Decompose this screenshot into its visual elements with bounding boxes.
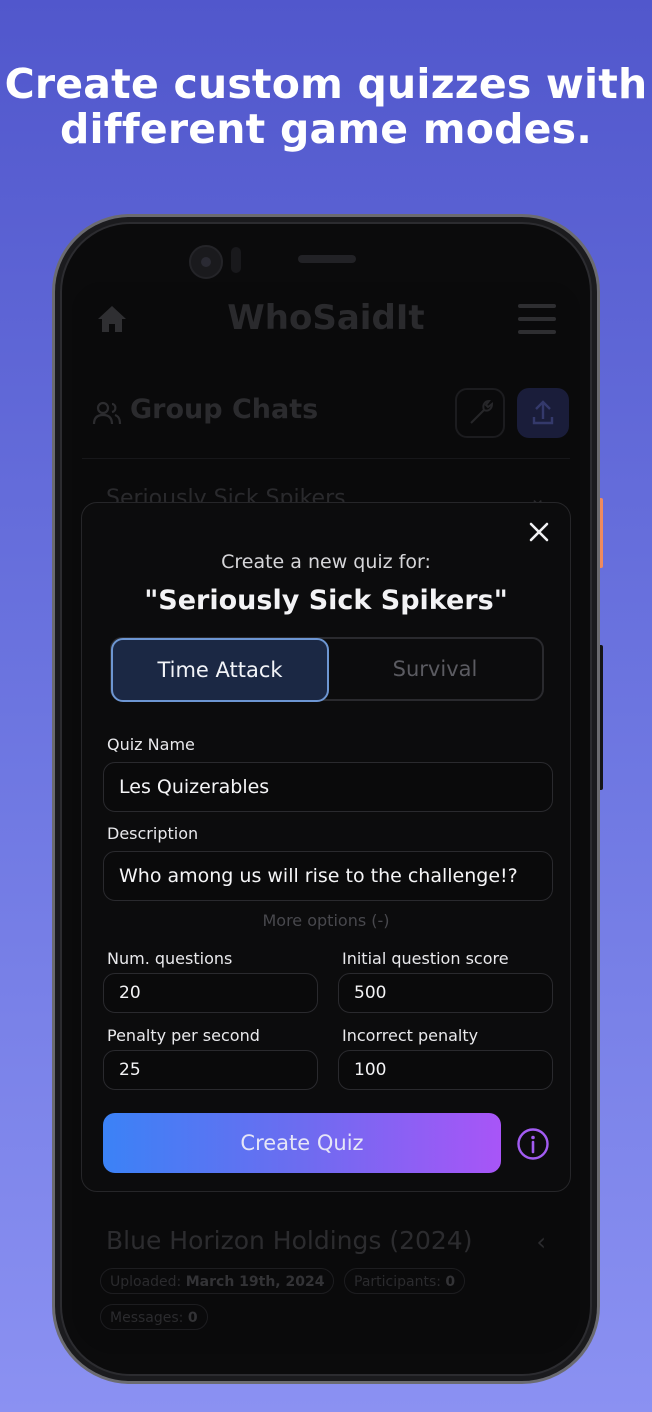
messages-value: 0 — [187, 1310, 198, 1326]
app-header: WhoSaidIt — [72, 282, 580, 358]
game-mode-toggle: Time Attack Survival — [110, 637, 544, 702]
incorrect-penalty-input[interactable]: 100 — [338, 1050, 553, 1090]
participants-value: 0 — [445, 1274, 456, 1290]
incorrect-penalty-label: Incorrect penalty — [342, 1026, 479, 1045]
more-options-toggle[interactable]: More options (-) — [82, 911, 570, 930]
messages-chip: Messages: 0 — [100, 1304, 208, 1330]
wrench-icon — [470, 399, 494, 424]
app-title: WhoSaidIt — [227, 298, 425, 338]
tab-survival[interactable]: Survival — [328, 639, 542, 699]
promo-headline: Create custom quizzes with different gam… — [0, 62, 652, 152]
messages-label: Messages: — [110, 1310, 184, 1326]
initial-score-input[interactable]: 500 — [338, 973, 553, 1013]
create-quiz-modal: Create a new quiz for: "Seriously Sick S… — [81, 502, 571, 1192]
upload-button[interactable] — [517, 388, 569, 438]
close-icon[interactable] — [526, 519, 552, 545]
hamburger-menu-icon[interactable] — [518, 304, 556, 343]
quiz-name-label: Quiz Name — [107, 735, 195, 754]
info-icon[interactable] — [516, 1127, 550, 1161]
quiz-name-input[interactable]: Les Quizerables — [103, 762, 553, 812]
num-questions-input[interactable]: 20 — [103, 973, 318, 1013]
promo-headline-line-2: different game modes. — [59, 105, 592, 153]
uploaded-value: March 19th, 2024 — [185, 1274, 325, 1290]
create-quiz-button[interactable]: Create Quiz — [103, 1113, 501, 1173]
penalty-per-second-input[interactable]: 25 — [103, 1050, 318, 1090]
description-label: Description — [107, 824, 199, 843]
upload-icon — [532, 400, 554, 425]
uploaded-chip: Uploaded: March 19th, 2024 — [100, 1268, 335, 1294]
proximity-sensor — [231, 247, 241, 273]
num-questions-label: Num. questions — [107, 949, 233, 968]
modal-subtitle: Create a new quiz for: — [221, 551, 431, 573]
chevron-left-icon[interactable]: ‹ — [536, 1228, 546, 1256]
group-chats-header: Group Chats — [72, 382, 580, 442]
tools-button[interactable] — [455, 388, 505, 438]
initial-score-label: Initial question score — [342, 949, 509, 968]
participants-chip: Participants: 0 — [344, 1268, 466, 1294]
penalty-per-second-label: Penalty per second — [107, 1026, 260, 1045]
group-chats-title: Group Chats — [130, 394, 319, 425]
tab-time-attack[interactable]: Time Attack — [111, 638, 329, 702]
uploaded-label: Uploaded: — [110, 1274, 182, 1290]
group-name-title: "Seriously Sick Spikers" — [144, 585, 508, 616]
users-icon — [92, 401, 122, 425]
front-camera — [189, 245, 223, 279]
promo-headline-line-1: Create custom quizzes with — [4, 60, 648, 108]
chat-item-title[interactable]: Blue Horizon Holdings (2024) — [106, 1226, 472, 1255]
divider — [82, 458, 570, 459]
description-input[interactable]: Who among us will rise to the challenge!… — [103, 851, 553, 901]
participants-label: Participants: — [354, 1274, 441, 1290]
earpiece-speaker — [298, 255, 356, 263]
phone-screen: WhoSaidIt Group Chats Seriously Sick Spi… — [72, 282, 580, 1354]
